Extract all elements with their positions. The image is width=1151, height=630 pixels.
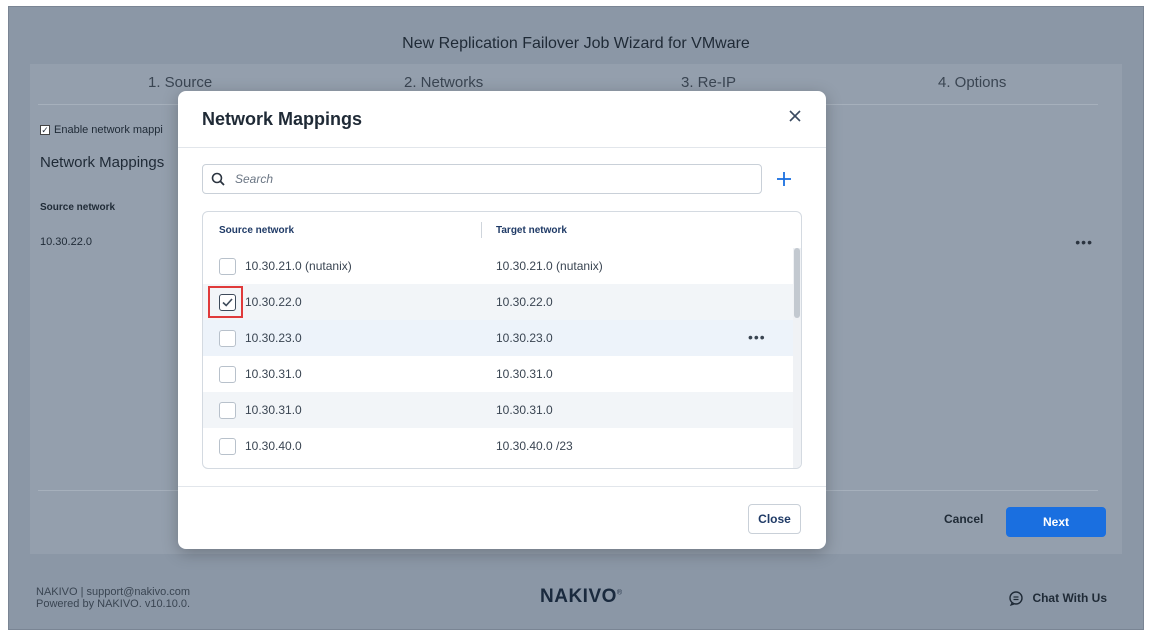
row-more-icon[interactable]: ••• <box>748 329 766 345</box>
search-box[interactable] <box>202 164 762 194</box>
enable-mapping-row[interactable]: ✓ Enable network mappi <box>40 124 163 136</box>
dialog-header-divider <box>178 147 826 148</box>
column-separator <box>481 222 482 238</box>
row-checkbox[interactable] <box>219 329 236 347</box>
chat-icon <box>1009 591 1024 606</box>
table-row[interactable]: 10.30.21.0 (nutanix) 10.30.21.0 (nutanix… <box>203 248 793 284</box>
target-network-cell: 10.30.40.0 /23 <box>496 439 573 453</box>
more-icon[interactable]: ••• <box>1075 234 1093 250</box>
table-scrollbar[interactable] <box>793 248 801 468</box>
source-network-cell: 10.30.22.0 <box>245 295 302 309</box>
logo-mark: ® <box>616 589 623 597</box>
close-icon[interactable] <box>786 107 804 125</box>
enable-mapping-label: Enable network mappi <box>54 124 163 136</box>
scrollbar-thumb[interactable] <box>794 248 800 318</box>
next-button[interactable]: Next <box>1006 507 1106 537</box>
target-network-cell: 10.30.31.0 <box>496 367 553 381</box>
section-title: Network Mappings <box>40 154 165 171</box>
column-header-target[interactable]: Target network <box>496 225 567 236</box>
enable-mapping-checkbox[interactable]: ✓ <box>40 125 50 135</box>
target-network-cell: 10.30.31.0 <box>496 403 553 417</box>
chat-with-us-button[interactable]: Chat With Us <box>1008 590 1107 606</box>
footer-powered: Powered by NAKIVO. v10.10.0. <box>36 598 191 610</box>
search-input[interactable] <box>235 172 735 186</box>
table-row[interactable]: 10.30.31.0 10.30.31.0 <box>203 392 793 428</box>
dialog-title: Network Mappings <box>202 109 363 129</box>
network-mappings-dialog: Network Mappings Source network Target n… <box>178 91 826 549</box>
table-row[interactable]: 10.30.40.0 10.30.40.0 /23 <box>203 428 793 464</box>
bg-column-source: Source network <box>40 202 116 213</box>
row-checkbox[interactable] <box>219 257 236 275</box>
row-checkbox[interactable] <box>219 437 236 455</box>
mappings-table: Source network Target network 10.30.21.0… <box>202 211 802 469</box>
highlight-box <box>208 286 243 318</box>
footer-info: NAKIVO | support@nakivo.com Powered by N… <box>36 586 190 610</box>
source-network-cell: 10.30.31.0 <box>245 403 302 417</box>
step-options[interactable]: 4. Options <box>938 74 1006 91</box>
footer-contact: NAKIVO | support@nakivo.com <box>36 586 191 598</box>
step-re-ip[interactable]: 3. Re-IP <box>681 74 736 91</box>
wizard-title: New Replication Failover Job Wizard for … <box>402 35 750 52</box>
logo-text: NAKIVO <box>540 586 617 607</box>
row-checkbox[interactable] <box>219 365 236 383</box>
table-row[interactable]: 10.30.23.0 10.30.23.0 ••• <box>203 320 793 356</box>
source-network-cell: 10.30.21.0 (nutanix) <box>245 259 352 273</box>
bg-mapping-value: 10.30.22.0 <box>40 236 92 248</box>
step-networks[interactable]: 2. Networks <box>404 74 483 91</box>
nakivo-logo: NAKIVO® <box>540 586 623 608</box>
cancel-button[interactable]: Cancel <box>944 512 983 526</box>
table-row[interactable]: 10.30.22.0 10.30.22.0 <box>203 284 793 320</box>
add-icon[interactable] <box>772 167 796 191</box>
table-row[interactable]: 10.30.31.0 10.30.31.0 <box>203 356 793 392</box>
chat-label: Chat With Us <box>1032 591 1107 605</box>
close-button[interactable]: Close <box>748 504 801 534</box>
column-header-source[interactable]: Source network <box>219 225 294 236</box>
target-network-cell: 10.30.21.0 (nutanix) <box>496 259 603 273</box>
source-network-cell: 10.30.40.0 <box>245 439 302 453</box>
source-network-cell: 10.30.23.0 <box>245 331 302 345</box>
target-network-cell: 10.30.22.0 <box>496 295 553 309</box>
dialog-footer-divider <box>178 486 826 487</box>
source-network-cell: 10.30.31.0 <box>245 367 302 381</box>
step-source[interactable]: 1. Source <box>148 74 212 91</box>
target-network-cell: 10.30.23.0 <box>496 331 553 345</box>
row-checkbox[interactable] <box>219 401 236 419</box>
search-icon <box>211 172 225 186</box>
